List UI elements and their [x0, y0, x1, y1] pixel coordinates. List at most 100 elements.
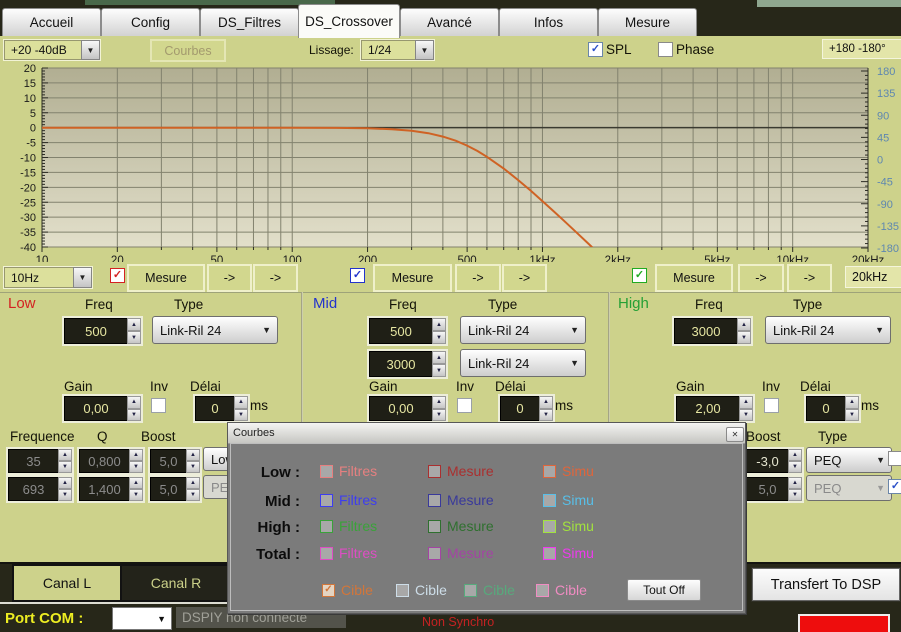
peq-r1-boost-value[interactable]: -3,0: [746, 449, 788, 473]
spinner-arrows[interactable]: ▲▼: [129, 449, 143, 473]
high-filtres-checkbox[interactable]: [320, 520, 333, 533]
peq-r2-boost-value[interactable]: 5,0: [746, 477, 788, 501]
mid-type1-select[interactable]: Link-Ril 24 ▼: [460, 316, 586, 344]
tab-accueil[interactable]: Accueil: [2, 8, 101, 36]
mid-gain-spinner[interactable]: 0,00 ▲▼: [367, 394, 448, 423]
phase-checkbox[interactable]: [658, 42, 673, 57]
down-arrow-icon[interactable]: ▼: [432, 409, 446, 422]
tab-ds-filtres[interactable]: DS_Filtres: [200, 8, 299, 36]
tab-avance[interactable]: Avancé: [400, 8, 499, 36]
up-arrow-icon[interactable]: ▲: [58, 449, 72, 461]
mid-filtres-option[interactable]: Filtres: [320, 492, 377, 508]
peq-l2-boost-value[interactable]: 5,0: [150, 477, 186, 501]
low-gain-spinner[interactable]: 0,00 ▲▼: [62, 394, 143, 423]
high-simu-option[interactable]: Simu: [543, 518, 594, 534]
mid-freq1-value[interactable]: 500: [369, 318, 432, 344]
up-arrow-icon[interactable]: ▲: [432, 351, 446, 364]
low-inv-checkbox[interactable]: [151, 398, 166, 413]
up-arrow-icon[interactable]: ▲: [186, 477, 200, 489]
down-arrow-icon[interactable]: ▼: [127, 331, 141, 344]
high-measure-checkbox[interactable]: ✓: [632, 268, 647, 283]
up-arrow-icon[interactable]: ▲: [739, 396, 753, 409]
down-arrow-icon[interactable]: ▼: [186, 489, 200, 501]
low-simu-checkbox[interactable]: [543, 465, 556, 478]
low-arrow-button-2[interactable]: ->: [253, 264, 298, 292]
chevron-down-icon[interactable]: ▼: [415, 40, 434, 60]
low-mesure-checkbox[interactable]: [428, 465, 441, 478]
low-simu-option[interactable]: Simu: [543, 463, 594, 479]
mid-arrow-button-1[interactable]: ->: [455, 264, 501, 292]
close-icon[interactable]: ✕: [726, 427, 744, 442]
spinner-arrows[interactable]: ▲▼: [739, 396, 753, 421]
high-filtres-option[interactable]: Filtres: [320, 518, 377, 534]
spinner-arrows[interactable]: ▲▼: [788, 477, 802, 501]
low-delay-spinner[interactable]: 0 ▲▼: [193, 394, 250, 423]
mid-mesure-button[interactable]: Mesure: [373, 264, 452, 292]
peq-l1-q-value[interactable]: 0,800: [79, 449, 129, 473]
spinner-arrows[interactable]: ▲▼: [58, 477, 72, 501]
down-arrow-icon[interactable]: ▼: [58, 461, 72, 473]
total-mesure-option[interactable]: Mesure: [428, 545, 494, 561]
peq-r1-checkbox[interactable]: [888, 451, 901, 466]
down-arrow-icon[interactable]: ▼: [432, 364, 446, 377]
up-arrow-icon[interactable]: ▲: [788, 477, 802, 489]
lissage-select[interactable]: 1/24 ▼: [360, 39, 435, 61]
low-mesure-button[interactable]: Mesure: [127, 264, 205, 292]
mid-freq2-spinner[interactable]: 3000 ▲▼: [367, 349, 448, 379]
cible-total-option[interactable]: Cible: [536, 582, 587, 598]
mid-simu-option[interactable]: Simu: [543, 492, 594, 508]
peq-r2-checkbox[interactable]: ✓: [888, 479, 901, 494]
dialog-titlebar[interactable]: Courbes: [228, 423, 745, 444]
spinner-arrows[interactable]: ▲▼: [788, 449, 802, 473]
up-arrow-icon[interactable]: ▲: [845, 396, 859, 409]
low-arrow-button-1[interactable]: ->: [207, 264, 252, 292]
mid-inv-checkbox[interactable]: [457, 398, 472, 413]
low-mesure-option[interactable]: Mesure: [428, 463, 494, 479]
port-com-select[interactable]: ▼: [112, 607, 172, 630]
peq-r1-boost-spinner[interactable]: -3,0 ▲▼: [744, 447, 804, 475]
down-arrow-icon[interactable]: ▼: [234, 409, 248, 422]
peq-l1-type-select[interactable]: Low: [203, 447, 228, 471]
mid-filtres-checkbox[interactable]: [320, 494, 333, 507]
low-filtres-option[interactable]: Filtres: [320, 463, 377, 479]
high-simu-checkbox[interactable]: [543, 520, 556, 533]
high-freq-value[interactable]: 3000: [674, 318, 737, 344]
canal-r-tab[interactable]: Canal R: [120, 564, 232, 602]
peq-l1-boost-spinner[interactable]: 5,0 ▲▼: [148, 447, 202, 475]
peq-l2-freq-value[interactable]: 693: [8, 477, 58, 501]
spl-checkbox[interactable]: ✓: [588, 42, 603, 57]
up-arrow-icon[interactable]: ▲: [58, 477, 72, 489]
peq-l2-boost-spinner[interactable]: 5,0 ▲▼: [148, 475, 202, 503]
high-delay-spinner[interactable]: 0 ▲▼: [804, 394, 861, 423]
peq-r2-boost-spinner[interactable]: 5,0 ▲▼: [744, 475, 804, 503]
down-arrow-icon[interactable]: ▼: [129, 461, 143, 473]
cible-low-option[interactable]: ✓ Cible: [322, 582, 373, 598]
spinner-arrows[interactable]: ▲▼: [58, 449, 72, 473]
spinner-arrows[interactable]: ▲▼: [432, 396, 446, 421]
high-type-select[interactable]: Link-Ril 24 ▼: [765, 316, 891, 344]
total-filtres-option[interactable]: Filtres: [320, 545, 377, 561]
low-measure-checkbox[interactable]: ✓: [110, 268, 125, 283]
down-arrow-icon[interactable]: ▼: [129, 489, 143, 501]
mid-freq2-value[interactable]: 3000: [369, 351, 432, 377]
peq-l1-boost-value[interactable]: 5,0: [150, 449, 186, 473]
spinner-arrows[interactable]: ▲▼: [127, 318, 141, 344]
tout-off-button[interactable]: Tout Off: [627, 579, 701, 601]
mid-measure-checkbox[interactable]: ✓: [350, 268, 365, 283]
canal-l-tab[interactable]: Canal L: [12, 564, 122, 602]
up-arrow-icon[interactable]: ▲: [129, 449, 143, 461]
high-delay-value[interactable]: 0: [806, 396, 845, 421]
up-arrow-icon[interactable]: ▲: [234, 396, 248, 409]
peq-l1-freq-spinner[interactable]: 35 ▲▼: [6, 447, 74, 475]
down-arrow-icon[interactable]: ▼: [737, 331, 751, 344]
peq-r1-type-select[interactable]: PEQ ▼: [806, 447, 892, 473]
mid-mesure-option[interactable]: Mesure: [428, 492, 494, 508]
up-arrow-icon[interactable]: ▲: [737, 318, 751, 331]
mid-delay-spinner[interactable]: 0 ▲▼: [498, 394, 555, 423]
up-arrow-icon[interactable]: ▲: [127, 318, 141, 331]
up-arrow-icon[interactable]: ▲: [129, 477, 143, 489]
cible-high-checkbox[interactable]: [464, 584, 477, 597]
high-gain-value[interactable]: 2,00: [676, 396, 739, 421]
low-filtres-checkbox[interactable]: [320, 465, 333, 478]
spinner-arrows[interactable]: ▲▼: [186, 477, 200, 501]
